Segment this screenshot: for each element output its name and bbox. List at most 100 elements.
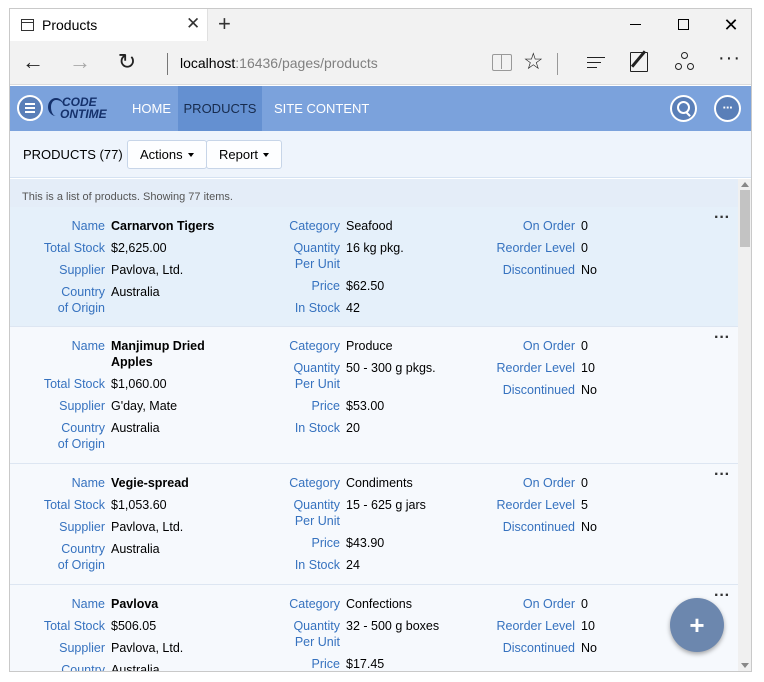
product-name: Vegie-spread xyxy=(111,476,189,490)
field-label: Country of Origin xyxy=(57,285,105,315)
favorite-star-icon[interactable]: ☆ xyxy=(523,48,544,75)
records-list: ··· Name Carnarvon Tigers Total Stock $2,6… xyxy=(10,207,738,672)
search-button[interactable] xyxy=(670,95,697,122)
address-input[interactable]: localhost:16436/pages/products xyxy=(180,55,378,71)
field-label: Reorder Level xyxy=(496,498,575,512)
price-value: $43.90 xyxy=(346,536,385,550)
hamburger-menu-button[interactable] xyxy=(17,95,43,121)
close-window-button[interactable]: ✕ xyxy=(708,9,751,41)
qpu-value: 16 kg pkg. xyxy=(346,241,404,255)
web-note-icon[interactable] xyxy=(630,52,648,72)
actions-button[interactable]: Actions xyxy=(127,140,207,169)
scroll-thumb[interactable] xyxy=(740,190,750,247)
view-selector[interactable]: PRODUCTS (77) xyxy=(23,147,134,162)
toolbar: PRODUCTS (77) Actions Report xyxy=(10,131,751,178)
record-row[interactable]: ··· Name Pavlova Total Stock $506.05 Suppl… xyxy=(10,585,738,672)
list-info-text: This is a list of products. Showing 77 i… xyxy=(10,179,738,207)
field-label: Country of Origin xyxy=(61,663,105,672)
field-label: Discontinued xyxy=(502,383,575,397)
field-label: Country of Origin xyxy=(57,421,105,451)
field-label: Category xyxy=(289,339,340,353)
field-label: In Stock xyxy=(294,421,340,435)
country-value: Australia xyxy=(111,663,160,672)
field-label: Category xyxy=(289,219,340,233)
product-name: Manjimup Dried Apples xyxy=(111,339,205,369)
record-row[interactable]: ··· Name Vegie-spread Total Stock $1,053.6… xyxy=(10,464,738,585)
field-label: Name xyxy=(71,476,105,490)
record-row[interactable]: ··· Name Carnarvon Tigers Total Stock $2,6… xyxy=(10,207,738,327)
field-label: Total Stock xyxy=(43,498,105,512)
total-stock-value: $1,060.00 xyxy=(111,377,167,391)
maximize-button[interactable] xyxy=(660,9,706,41)
reorder-value: 5 xyxy=(581,498,588,512)
reading-view-icon[interactable] xyxy=(492,54,512,71)
field-label: Price xyxy=(311,657,340,671)
refresh-button[interactable]: ↻ xyxy=(112,49,142,75)
minimize-icon xyxy=(629,24,641,26)
forward-button[interactable]: → xyxy=(65,49,95,75)
scroll-down-icon[interactable] xyxy=(741,663,749,668)
field-label: Name xyxy=(71,597,105,611)
country-value: Australia xyxy=(111,421,160,435)
price-value: $17.45 xyxy=(346,657,385,671)
scroll-up-icon[interactable] xyxy=(741,182,749,187)
total-stock-value: $1,053.60 xyxy=(111,498,167,512)
field-label: Supplier xyxy=(59,520,105,534)
menu-home[interactable]: HOME xyxy=(120,86,183,131)
total-stock-value: $2,625.00 xyxy=(111,241,167,255)
app-header: CODE ONTIME HOME PRODUCTS SITE CONTENT ·… xyxy=(10,86,751,131)
record-column-1: Name Manjimup Dried Apples Total Stock $1,… xyxy=(10,338,240,458)
browser-more-button[interactable]: ··· xyxy=(718,47,741,70)
discontinued-value: No xyxy=(581,263,597,277)
menu-site-content[interactable]: SITE CONTENT xyxy=(262,86,381,131)
in-stock-value: 20 xyxy=(346,421,360,435)
in-stock-value: 24 xyxy=(346,558,360,572)
report-label: Report xyxy=(219,147,259,162)
field-label: Reorder Level xyxy=(496,619,575,633)
price-value: $62.50 xyxy=(346,279,385,293)
add-new-button[interactable]: + xyxy=(670,598,724,652)
field-label: Category xyxy=(289,476,340,490)
on-order-value: 0 xyxy=(581,476,588,490)
field-label: On Order xyxy=(522,339,575,353)
total-stock-value: $506.05 xyxy=(111,619,157,633)
code-on-time-logo[interactable]: CODE ONTIME xyxy=(48,96,128,122)
menu-products[interactable]: PRODUCTS xyxy=(178,86,262,131)
field-label: Reorder Level xyxy=(496,241,575,255)
field-label: Supplier xyxy=(59,263,105,277)
browser-tab[interactable]: Products ✕ xyxy=(10,9,208,41)
country-value: Australia xyxy=(111,542,160,556)
report-button[interactable]: Report xyxy=(206,140,283,169)
field-label: Supplier xyxy=(59,641,105,655)
field-label: Total Stock xyxy=(43,377,105,391)
title-bar: Products ✕ + ✕ xyxy=(10,9,751,41)
field-label: Price xyxy=(311,536,340,550)
hub-icon[interactable] xyxy=(587,57,605,72)
row-more-icon[interactable]: ··· xyxy=(714,209,730,227)
separator xyxy=(167,53,168,75)
close-tab-icon[interactable]: ✕ xyxy=(186,14,200,34)
app-more-button[interactable]: ··· xyxy=(714,95,741,122)
back-button[interactable]: ← xyxy=(18,49,48,75)
row-more-icon[interactable]: ··· xyxy=(714,587,730,605)
field-label: Discontinued xyxy=(502,641,575,655)
minimize-button[interactable] xyxy=(612,9,658,41)
category-value: Condiments xyxy=(346,476,413,490)
record-column-2: Category Produce Quantity Per Unit 50 - 30… xyxy=(240,338,470,442)
reorder-value: 10 xyxy=(581,361,595,375)
field-label: Discontinued xyxy=(502,263,575,277)
share-icon[interactable] xyxy=(675,52,695,72)
row-more-icon[interactable]: ··· xyxy=(714,329,730,347)
field-label: Total Stock xyxy=(43,619,105,633)
record-column-3: On Order 0 Reorder Level 10 Discontinued No xyxy=(470,596,700,662)
field-label: In Stock xyxy=(294,558,340,572)
vertical-scrollbar[interactable] xyxy=(738,179,751,671)
field-label: On Order xyxy=(522,476,575,490)
field-label: Supplier xyxy=(59,399,105,413)
record-row[interactable]: ··· Name Manjimup Dried Apples Total Stoc… xyxy=(10,327,738,464)
caret-down-icon xyxy=(187,152,194,157)
field-label: Category xyxy=(289,597,340,611)
new-tab-button[interactable]: + xyxy=(218,12,231,36)
tab-title: Products xyxy=(42,17,98,33)
row-more-icon[interactable]: ··· xyxy=(714,466,730,484)
